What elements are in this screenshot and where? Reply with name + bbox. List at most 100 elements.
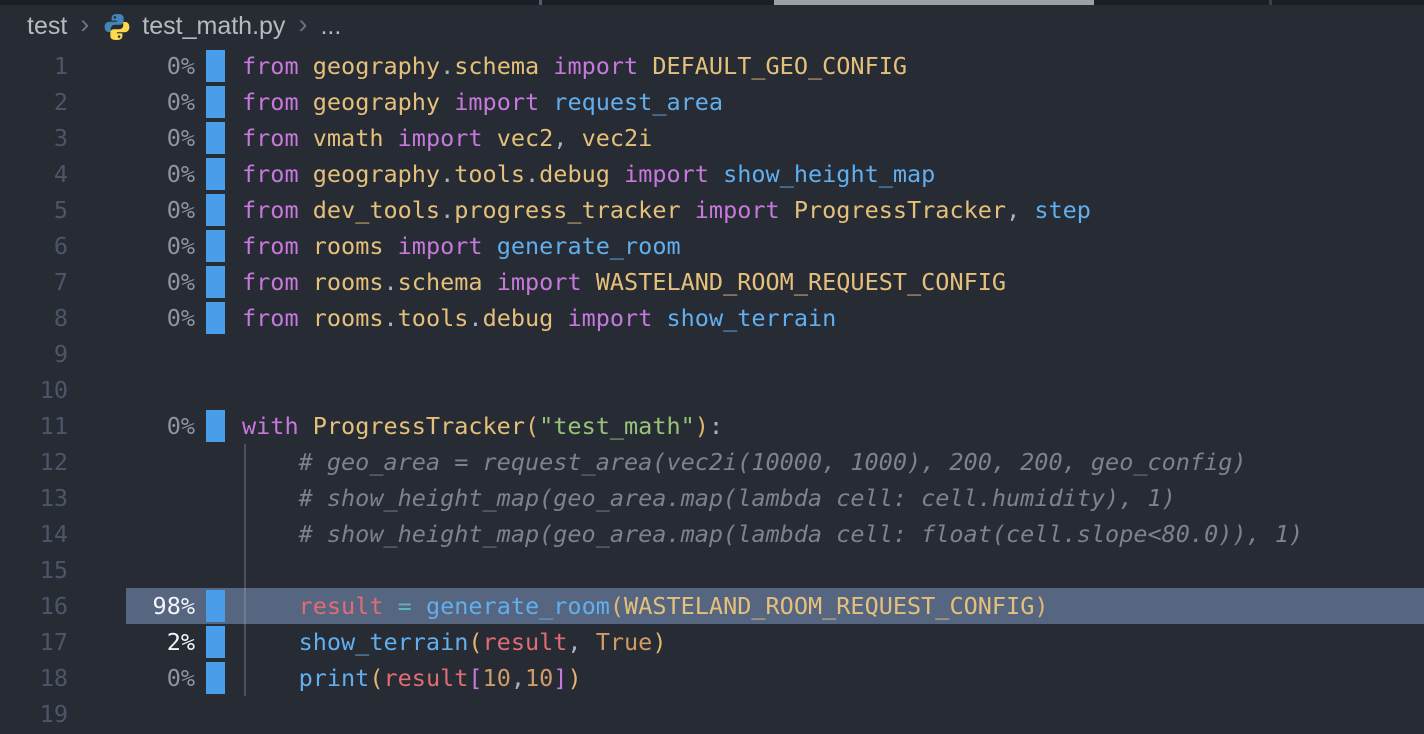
line-number[interactable]: 12 <box>0 448 68 476</box>
coverage-indicator <box>206 194 225 226</box>
coverage-indicator <box>206 662 225 694</box>
code-text: from rooms.tools.debug import show_terra… <box>242 304 836 332</box>
code-line[interactable]: 80% from rooms.tools.debug import show_te… <box>0 300 1424 336</box>
code-line[interactable]: 30% from vmath import vec2, vec2i <box>0 120 1424 156</box>
gutter-cell <box>206 84 225 120</box>
code-text: print(result[10,10]) <box>242 664 582 692</box>
code-text: result = generate_room(WASTELAND_ROOM_RE… <box>242 592 1049 620</box>
gutter-cell <box>206 120 225 156</box>
gutter-cell <box>206 624 225 660</box>
editor-window: test › test_math.py › ... 10%from geogra… <box>0 0 1424 734</box>
gutter-cell <box>206 192 225 228</box>
profile-percentage: 0% <box>68 196 195 224</box>
line-number[interactable]: 2 <box>0 88 68 116</box>
code-text: # show_height_map(geo_area.map(lambda ce… <box>242 484 1176 512</box>
code-line[interactable]: 40%from geography.tools.debug import sho… <box>0 156 1424 192</box>
code-line[interactable]: 15 <box>0 552 1424 588</box>
line-number[interactable]: 4 <box>0 160 68 188</box>
gutter-cell <box>206 588 225 624</box>
profile-percentage: 0% <box>68 304 195 332</box>
code-text: from rooms.schema import WASTELAND_ROOM_… <box>242 268 1006 296</box>
code-text: # show_height_map(geo_area.map(lambda ce… <box>242 520 1303 548</box>
code-editor: 10%from geography.schema import DEFAULT_… <box>0 48 1424 734</box>
line-number[interactable]: 10 <box>0 376 68 404</box>
breadcrumb-item-folder[interactable]: test <box>27 12 67 41</box>
coverage-indicator <box>206 626 225 658</box>
code-line[interactable]: 12 # geo_area = request_area(vec2i(10000… <box>0 444 1424 480</box>
code-line[interactable]: 172% show_terrain(result, True) <box>0 624 1424 660</box>
gutter-cell <box>206 228 225 264</box>
gutter-cell <box>206 300 225 336</box>
code-text: from dev_tools.progress_tracker import P… <box>242 196 1091 224</box>
gutter-cell <box>206 336 225 372</box>
chevron-right-icon: › <box>298 9 307 40</box>
line-number[interactable]: 13 <box>0 484 68 512</box>
profile-percentage: 0% <box>68 232 195 260</box>
coverage-indicator <box>206 158 225 190</box>
line-number[interactable]: 1 <box>0 52 68 80</box>
code-line[interactable]: 70% from rooms.schema import WASTELAND_RO… <box>0 264 1424 300</box>
code-line[interactable]: 20%from geography import request_area <box>0 84 1424 120</box>
line-number[interactable]: 6 <box>0 232 68 260</box>
gutter-cell <box>206 408 225 444</box>
coverage-indicator <box>206 86 225 118</box>
coverage-indicator <box>206 302 225 334</box>
breadcrumb-item-symbols[interactable]: ... <box>320 12 341 41</box>
line-number[interactable]: 11 <box>0 412 68 440</box>
code-text: from geography.tools.debug import show_h… <box>242 160 935 188</box>
code-text: # geo_area = request_area(vec2i(10000, 1… <box>242 448 1247 476</box>
line-number[interactable]: 14 <box>0 520 68 548</box>
coverage-indicator <box>206 50 225 82</box>
code-line[interactable]: 110% with ProgressTracker("test_math"): <box>0 408 1424 444</box>
code-line[interactable]: 10% from geography.schema import DEFAULT_… <box>0 48 1424 84</box>
code-line[interactable]: 60%from rooms import generate_room <box>0 228 1424 264</box>
line-number[interactable]: 5 <box>0 196 68 224</box>
python-icon <box>102 12 132 42</box>
code-line[interactable]: 14 # show_height_map(geo_area.map(lambda… <box>0 516 1424 552</box>
code-line[interactable]: 13 # show_height_map(geo_area.map(lambda… <box>0 480 1424 516</box>
line-number[interactable]: 16 <box>0 592 68 620</box>
editor-lines: 10%from geography.schema import DEFAULT_… <box>0 48 1424 732</box>
code-line[interactable]: 50% from dev_tools.progress_tracker impor… <box>0 192 1424 228</box>
breadcrumb: test › test_math.py › ... <box>0 5 1424 48</box>
line-number[interactable]: 7 <box>0 268 68 296</box>
code-line[interactable]: 19 <box>0 696 1424 732</box>
gutter-cell <box>206 48 225 84</box>
profile-percentage: 0% <box>68 52 195 80</box>
profile-percentage: 0% <box>68 268 195 296</box>
indent-guide <box>244 444 246 696</box>
code-line[interactable]: 9 <box>0 336 1424 372</box>
profile-percentage: 0% <box>68 412 195 440</box>
line-number[interactable]: 3 <box>0 124 68 152</box>
code-line[interactable]: 10 <box>0 372 1424 408</box>
breadcrumb-item-file[interactable]: test_math.py <box>142 12 285 41</box>
line-number[interactable]: 8 <box>0 304 68 332</box>
line-number[interactable]: 19 <box>0 700 68 728</box>
profile-percentage: 0% <box>68 124 195 152</box>
profile-percentage: 98% <box>68 592 195 620</box>
code-line[interactable]: 1698% result = generate_room(WASTELAND_R… <box>0 588 1424 624</box>
code-text: with ProgressTracker("test_math"): <box>242 412 723 440</box>
gutter-cell <box>206 444 225 480</box>
code-text: from geography.schema import DEFAULT_GEO… <box>242 52 907 80</box>
gutter-cell <box>206 660 225 696</box>
gutter-cell <box>206 516 225 552</box>
code-line[interactable]: 180% print(result[10,10]) <box>0 660 1424 696</box>
code-text: from vmath import vec2, vec2i <box>242 124 652 152</box>
gutter-cell <box>206 156 225 192</box>
line-number[interactable]: 18 <box>0 664 68 692</box>
gutter-cell <box>206 552 225 588</box>
line-number[interactable]: 15 <box>0 556 68 584</box>
profile-percentage: 2% <box>68 628 195 656</box>
code-text: show_terrain(result, True) <box>242 628 666 656</box>
coverage-indicator <box>206 590 225 622</box>
profile-percentage: 0% <box>68 664 195 692</box>
line-number[interactable]: 9 <box>0 340 68 368</box>
coverage-indicator <box>206 410 225 442</box>
coverage-indicator <box>206 122 225 154</box>
gutter-cell <box>206 696 225 732</box>
coverage-indicator <box>206 230 225 262</box>
gutter-cell <box>206 372 225 408</box>
gutter-cell <box>206 264 225 300</box>
line-number[interactable]: 17 <box>0 628 68 656</box>
